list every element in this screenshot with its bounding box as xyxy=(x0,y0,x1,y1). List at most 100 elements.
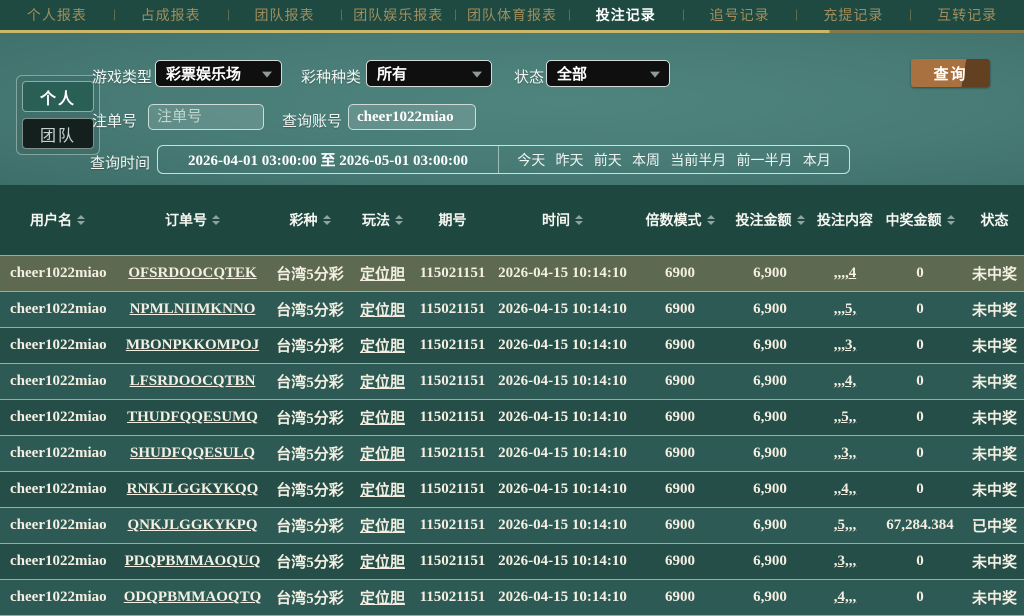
lottery-category-select[interactable]: 所有 xyxy=(366,60,492,87)
nav-tab[interactable]: 个人报表 xyxy=(0,0,114,30)
cell-order-link[interactable]: OFSRDOOCQTEK xyxy=(115,265,270,282)
table-row: cheer1022miao PDQPBMMAOQUQ 台湾5分彩 定位胆 115… xyxy=(0,544,1024,580)
cell-win-amount: 0 xyxy=(916,373,924,389)
cell-order-link[interactable]: PDQPBMMAOQUQ xyxy=(115,553,270,570)
quick-range-link[interactable]: 今天 xyxy=(517,150,545,170)
cell-play-link[interactable]: 定位胆 xyxy=(350,299,415,320)
scope-personal-button[interactable]: 个人 xyxy=(22,81,94,112)
order-no-input[interactable] xyxy=(148,104,264,130)
cell-username: cheer1022miao xyxy=(10,409,107,425)
nav-tab-label: 投注记录 xyxy=(595,7,656,23)
sort-icon xyxy=(212,215,220,225)
cell-order-link[interactable]: THUDFQQESUMQ xyxy=(115,409,270,426)
status-select[interactable]: 全部 xyxy=(546,60,670,87)
table-header-cell[interactable]: 投注金额 xyxy=(725,210,815,230)
cell-issue: 115021151 xyxy=(419,265,486,281)
nav-tab-label: 充提记录 xyxy=(823,7,884,23)
cell-bet-amount: 6,900 xyxy=(753,373,787,389)
nav-tab[interactable]: 占成报表 xyxy=(114,0,228,30)
search-button[interactable]: 查询 xyxy=(911,59,990,87)
cell-bet-amount: 6,900 xyxy=(753,517,787,533)
table-header-cell[interactable]: 玩法 xyxy=(350,210,415,230)
nav-tab[interactable]: 团队娱乐报表 xyxy=(341,0,455,30)
cell-bet-amount: 6,900 xyxy=(753,481,787,497)
quick-range-link[interactable]: 当前半月 xyxy=(670,150,726,170)
cell-play-link[interactable]: 定位胆 xyxy=(350,479,415,500)
table-header-cell[interactable]: 投注内容 xyxy=(815,210,875,230)
cell-bet-content[interactable]: ,,5,, xyxy=(815,409,875,426)
cell-bet-amount: 6,900 xyxy=(753,301,787,317)
cell-username: cheer1022miao xyxy=(10,301,107,317)
table-header-cell[interactable]: 用户名 xyxy=(0,210,115,230)
nav-tab[interactable]: 互转记录 xyxy=(910,0,1024,30)
order-no-label: 注单号 xyxy=(92,113,138,130)
cell-order-link[interactable]: MBONPKKOMPOJ xyxy=(115,337,270,354)
nav-tab[interactable]: 投注记录 xyxy=(569,0,683,30)
quick-range-link[interactable]: 前一半月 xyxy=(737,150,793,170)
cell-lottery: 台湾5分彩 xyxy=(276,339,344,355)
cell-win-amount: 0 xyxy=(916,301,924,317)
cell-order-link[interactable]: QNKJLGGKYKPQ xyxy=(115,517,270,534)
account-input[interactable] xyxy=(348,104,476,130)
cell-order-link[interactable]: NPMLNIIMKNNO xyxy=(115,301,270,318)
cell-lottery: 台湾5分彩 xyxy=(276,411,344,427)
cell-bet-content[interactable]: ,,3,, xyxy=(815,445,875,462)
cell-issue: 115021151 xyxy=(419,553,486,569)
cell-play-link[interactable]: 定位胆 xyxy=(350,371,415,392)
table-header-cell[interactable]: 彩种 xyxy=(270,210,350,230)
game-type-select[interactable]: 彩票娱乐场 xyxy=(155,60,282,87)
nav-tab-label: 占成报表 xyxy=(140,7,201,23)
cell-bet-content[interactable]: ,,,,4 xyxy=(815,265,875,282)
nav-tab-label: 团队报表 xyxy=(254,7,315,23)
cell-win-amount: 0 xyxy=(916,265,924,281)
table-header-cell[interactable]: 中奖金额 xyxy=(875,210,965,230)
table-header-cell[interactable]: 倍数模式 xyxy=(635,210,725,230)
cell-status: 未中奖 xyxy=(971,591,1017,607)
cell-play-link[interactable]: 定位胆 xyxy=(350,335,415,356)
cell-issue: 115021151 xyxy=(419,517,486,533)
cell-bet-content[interactable]: ,4,,, xyxy=(815,589,875,606)
cell-issue: 115021151 xyxy=(419,301,486,317)
table-header-cell[interactable]: 状态 xyxy=(965,210,1024,230)
quick-range-link[interactable]: 本月 xyxy=(803,150,831,170)
cell-order-link[interactable]: LFSRDOOCQTBN xyxy=(115,373,270,390)
cell-bet-amount: 6,900 xyxy=(753,337,787,353)
quick-range-link[interactable]: 本周 xyxy=(632,150,660,170)
cell-lottery: 台湾5分彩 xyxy=(276,483,344,499)
cell-play-link[interactable]: 定位胆 xyxy=(350,263,415,284)
cell-bet-content[interactable]: ,,4,, xyxy=(815,481,875,498)
cell-play-link[interactable]: 定位胆 xyxy=(350,515,415,536)
cell-bet-content[interactable]: ,5,,, xyxy=(815,517,875,534)
table-header-cell[interactable]: 期号 xyxy=(415,210,490,230)
nav-tab[interactable]: 追号记录 xyxy=(683,0,797,30)
quick-range-link[interactable]: 前天 xyxy=(594,150,622,170)
cell-order-link[interactable]: RNKJLGGKYKQQ xyxy=(115,481,270,498)
nav-tab[interactable]: 充提记录 xyxy=(796,0,910,30)
cell-bet-content[interactable]: ,,,3, xyxy=(815,337,875,354)
cell-bet-content[interactable]: ,,,5, xyxy=(815,301,875,318)
cell-username: cheer1022miao xyxy=(10,373,107,389)
table-header-label: 玩法 xyxy=(362,212,390,228)
date-range-input[interactable]: 2026-04-01 03:00:00 至 2026-05-01 03:00:0… xyxy=(158,149,498,170)
cell-play-link[interactable]: 定位胆 xyxy=(350,551,415,572)
table-header-cell[interactable]: 时间 xyxy=(490,210,635,230)
cell-lottery: 台湾5分彩 xyxy=(276,519,344,535)
cell-play-link[interactable]: 定位胆 xyxy=(350,587,415,608)
cell-status: 未中奖 xyxy=(971,267,1017,283)
table-row: cheer1022miao SHUDFQQESULQ 台湾5分彩 定位胆 115… xyxy=(0,436,1024,472)
table-header-label: 投注内容 xyxy=(817,212,873,228)
table-header-cell[interactable]: 订单号 xyxy=(115,210,270,230)
nav-tab[interactable]: 团队体育报表 xyxy=(455,0,569,30)
cell-multiplier: 6900 xyxy=(665,373,695,389)
cell-bet-content[interactable]: ,3,,, xyxy=(815,553,875,570)
cell-multiplier: 6900 xyxy=(665,553,695,569)
nav-tab[interactable]: 团队报表 xyxy=(228,0,342,30)
cell-order-link[interactable]: ODQPBMMAOQTQ xyxy=(115,589,270,606)
cell-play-link[interactable]: 定位胆 xyxy=(350,443,415,464)
cell-bet-content[interactable]: ,,,4, xyxy=(815,373,875,390)
scope-team-button[interactable]: 团队 xyxy=(22,118,94,149)
cell-order-link[interactable]: SHUDFQQESULQ xyxy=(115,445,270,462)
cell-play-link[interactable]: 定位胆 xyxy=(350,407,415,428)
cell-win-amount: 0 xyxy=(916,409,924,425)
quick-range-link[interactable]: 昨天 xyxy=(556,150,584,170)
